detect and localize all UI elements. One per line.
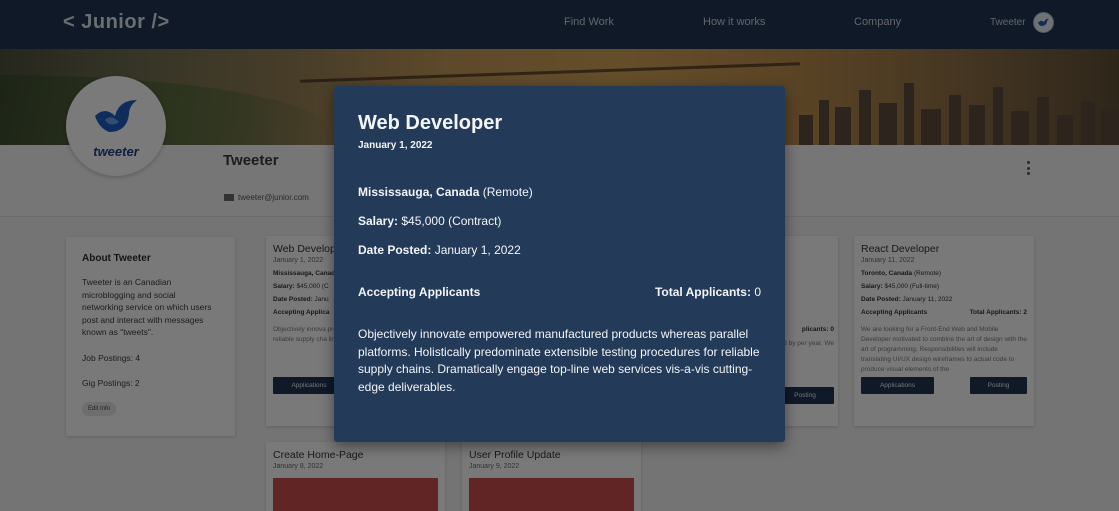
- modal-total-applicants: Total Applicants: 0: [654, 285, 761, 299]
- modal-job-date: January 1, 2022: [358, 140, 433, 151]
- modal-accepting-label: Accepting Applicants: [358, 285, 481, 299]
- job-detail-modal: Web Developer January 1, 2022 Mississaug…: [334, 86, 785, 442]
- modal-description: Objectively innovate empowered manufactu…: [358, 327, 760, 394]
- modal-job-title: Web Developer: [358, 112, 503, 134]
- modal-location: Mississauga, Canada (Remote): [358, 185, 533, 199]
- modal-salary: Salary: $45,000 (Contract): [358, 214, 502, 228]
- modal-applicants-row: Accepting Applicants Total Applicants: 0: [358, 285, 761, 299]
- modal-date-posted: Date Posted: January 1, 2022: [358, 243, 521, 257]
